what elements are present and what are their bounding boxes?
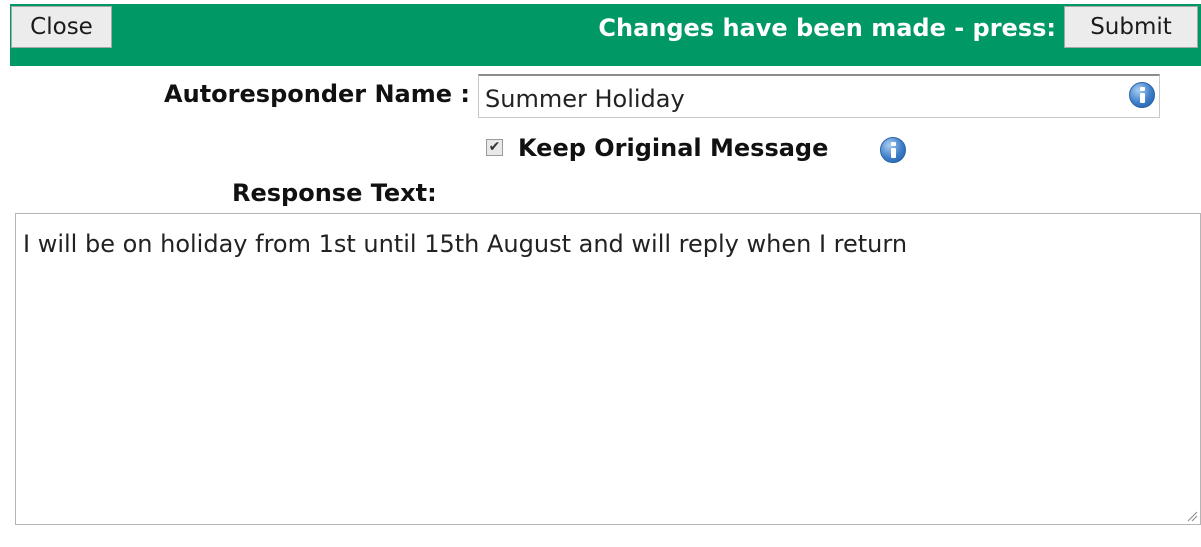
keep-original-info-icon[interactable] — [880, 137, 906, 163]
name-info-icon[interactable] — [1129, 82, 1155, 108]
close-button[interactable]: Close — [11, 6, 112, 48]
autoresponder-name-label: Autoresponder Name : — [164, 80, 470, 108]
resize-grip-icon[interactable] — [1186, 510, 1198, 522]
submit-button[interactable]: Submit — [1064, 6, 1198, 48]
changes-status-text: Changes have been made - press: — [598, 14, 1056, 42]
response-text-label: Response Text: — [232, 179, 437, 207]
autoresponder-name-value: Summer Holiday — [485, 85, 685, 113]
keep-original-label[interactable]: Keep Original Message — [518, 133, 828, 163]
response-text-value: I will be on holiday from 1st until 15th… — [23, 230, 908, 258]
autoresponder-name-input[interactable]: Summer Holiday — [478, 74, 1160, 118]
response-text-area[interactable]: I will be on holiday from 1st until 15th… — [15, 213, 1201, 525]
keep-original-checkbox[interactable]: ✔ — [486, 139, 503, 156]
